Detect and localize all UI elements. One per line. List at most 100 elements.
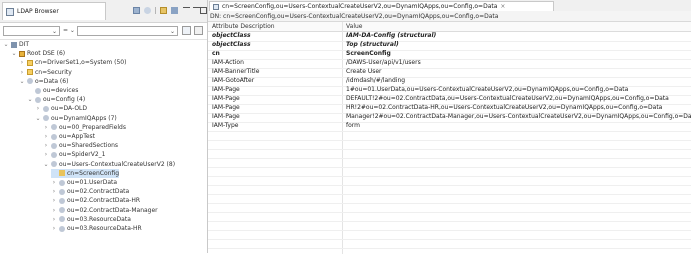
chevron-down-icon[interactable]: ⌄: [11, 49, 17, 58]
tree-node[interactable]: ⌄ ou=DynamIQApps (7): [35, 114, 117, 123]
attribute-name: IAM-Page: [212, 95, 240, 102]
tree-node[interactable]: › cn=DriverSet1,o=System (50): [19, 58, 127, 67]
chevron-right-icon[interactable]: ›: [51, 215, 57, 224]
attribute-row[interactable]: IAM-Page DEFAULT!2#ou=02.ContractData,ou=…: [208, 95, 691, 103]
entry-editor-panel: cn=ScreenConfig,ou=Users-ContextualCreat…: [208, 0, 691, 254]
entry-icon: [51, 142, 57, 149]
chevron-right-icon[interactable]: ›: [51, 206, 57, 215]
tree-node[interactable]: › ou=03.ResourceData-HR: [51, 224, 142, 233]
tree-node-label: ou=DynamIQApps (7): [51, 114, 117, 122]
close-icon[interactable]: ×: [500, 3, 505, 10]
filter-icon[interactable]: [171, 7, 178, 14]
attribute-value[interactable]: /idmdash/#/landing: [346, 77, 405, 85]
tree-node-label: ou=DA-OLD: [51, 105, 88, 113]
maximize-icon[interactable]: [200, 7, 207, 14]
attribute-column-header[interactable]: Attribute Description: [212, 22, 275, 31]
chevron-right-icon[interactable]: ›: [51, 196, 57, 205]
minimize-icon[interactable]: [193, 7, 200, 14]
tree-node[interactable]: ⌄ o=Data (6): [19, 77, 68, 86]
tree-node[interactable]: › ou=02.ContractData-HR: [51, 196, 140, 205]
chevron-right-icon[interactable]: ›: [19, 68, 25, 77]
row-divider: [208, 130, 691, 132]
tree-node[interactable]: › ou=DA-OLD: [35, 104, 87, 113]
folder-icon: [27, 59, 33, 66]
chevron-right-icon[interactable]: ›: [19, 58, 25, 67]
search-scope-select[interactable]: ⌄: [3, 26, 60, 36]
tree-node[interactable]: ⌄ ou=Users-ContextualCreateUserV2 (8): [43, 160, 175, 169]
entry-editor-tab[interactable]: cn=ScreenConfig,ou=Users-ContextualCreat…: [209, 1, 554, 11]
tree-node[interactable]: ⌄ Root DSE (6): [11, 49, 65, 58]
chevron-down-icon[interactable]: ⌄: [27, 95, 33, 104]
tree-node[interactable]: › ou=02.ContractData: [51, 187, 129, 196]
attribute-value[interactable]: 1#ou=01.UserData,ou=Users-ContextualCrea…: [346, 86, 628, 94]
chevron-right-icon[interactable]: ›: [51, 224, 57, 233]
chevron-right-icon[interactable]: ›: [43, 123, 49, 132]
attribute-value[interactable]: Manager!2#ou=02.ContractData-Manager,ou=…: [346, 113, 691, 121]
tree-node[interactable]: › ou=AppTest: [43, 132, 95, 141]
view-menu-icon[interactable]: [183, 7, 190, 14]
attribute-row[interactable]: IAM-Page 1#ou=01.UserData,ou=Users-Contex…: [208, 86, 691, 94]
dit-icon: [11, 41, 17, 48]
entry-icon: [35, 96, 41, 103]
tree-node[interactable]: › ou=SpiderV2_1: [43, 150, 106, 159]
chevron-down-icon[interactable]: ⌄: [43, 160, 49, 169]
tree-node[interactable]: › ou=SharedSections: [43, 141, 118, 150]
tree-node[interactable]: ⌄ ou=Config (4): [27, 95, 85, 104]
chevron-right-icon[interactable]: ›: [35, 104, 41, 113]
chevron-right-icon[interactable]: ›: [51, 187, 57, 196]
attribute-row[interactable]: objectClass Top (structural): [208, 41, 691, 49]
row-divider: [208, 238, 691, 240]
attribute-value[interactable]: form: [346, 122, 360, 130]
tree-node[interactable]: › cn=Security: [19, 68, 72, 77]
attribute-value[interactable]: ScreenConfig: [346, 50, 391, 58]
entry-icon: [59, 216, 65, 223]
attribute-value[interactable]: IAM-DA-Config (structural): [346, 32, 436, 40]
attribute-row[interactable]: objectClass IAM-DA-Config (structural): [208, 32, 691, 40]
tree-node-label: ou=Users-ContextualCreateUserV2 (8): [59, 160, 176, 168]
tree-node[interactable]: ⌄ DIT: [3, 40, 29, 49]
attribute-row[interactable]: IAM-Action/DAWS-User/api/v1/users: [208, 59, 691, 67]
attribute-value[interactable]: Top (structural): [346, 41, 399, 49]
attribute-row[interactable]: IAM-Type form: [208, 122, 691, 130]
tree-node[interactable]: › ou=03.ResourceData: [51, 215, 131, 224]
dit-tree: ⌄ DIT ⌄ Root DSE (6) › cn=DriverSet1,o=System…: [0, 40, 207, 253]
tree-node[interactable]: › ou=00_PreparedFields: [43, 123, 126, 132]
attribute-row[interactable]: cn ScreenConfig: [208, 50, 691, 58]
chevron-down-icon[interactable]: ⌄: [35, 114, 41, 123]
tree-node-label: ou=Config (4): [43, 96, 86, 104]
attribute-value[interactable]: DEFAULT!2#ou=02.ContractData,ou=Users-Co…: [346, 95, 669, 103]
attribute-row[interactable]: IAM-Page HR!2#ou=02.ContractData-HR,ou=Us…: [208, 104, 691, 112]
attribute-row[interactable]: IAM-GotoAfter/idmdash/#/landing: [208, 77, 691, 85]
chevron-right-icon[interactable]: ›: [43, 150, 49, 159]
tree-node[interactable]: cn=ScreenConfig: [51, 168, 120, 178]
link-with-editor-icon[interactable]: [133, 7, 140, 14]
chevron-down-icon[interactable]: ⌄: [19, 77, 25, 86]
attribute-name: cn: [212, 50, 220, 57]
chevron-right-icon[interactable]: ›: [43, 132, 49, 141]
attribute-value[interactable]: HR!2#ou=02.ContractData-HR,ou=Users-Cont…: [346, 104, 662, 112]
row-divider: [208, 247, 691, 249]
search-value-select[interactable]: ⌄: [77, 26, 178, 36]
entry-icon: [35, 87, 41, 94]
tree-node[interactable]: ou=devices: [27, 86, 78, 95]
tree-node-label: ou=03.ResourceData: [67, 215, 131, 223]
ldap-browser-tab[interactable]: LDAP Browser: [2, 2, 106, 20]
tree-node[interactable]: › ou=01.UserData: [51, 178, 117, 187]
equals-operator[interactable]: = ⌄: [63, 27, 75, 34]
refresh-icon[interactable]: [160, 7, 167, 14]
search-icon[interactable]: [182, 26, 191, 35]
clear-search-icon[interactable]: [194, 26, 203, 35]
left-tab-bar: LDAP Browser: [0, 0, 207, 23]
value-column-header[interactable]: Value: [346, 22, 362, 31]
chevron-right-icon[interactable]: ›: [43, 141, 49, 150]
attribute-value[interactable]: /DAWS-User/api/v1/users: [346, 59, 421, 67]
tree-node[interactable]: › ou=02.ContractData-Manager: [51, 206, 158, 215]
root-dse-icon: [19, 50, 25, 57]
attribute-value[interactable]: Create User: [346, 68, 382, 76]
chevron-down-icon[interactable]: ⌄: [3, 40, 9, 49]
chevron-right-icon[interactable]: ›: [51, 178, 57, 187]
attribute-row[interactable]: IAM-Page Manager!2#ou=02.ContractData-Man…: [208, 113, 691, 121]
unlink-icon[interactable]: [144, 7, 151, 14]
row-divider: [208, 184, 691, 186]
attribute-row[interactable]: IAM-BannerTitle Create User: [208, 68, 691, 76]
